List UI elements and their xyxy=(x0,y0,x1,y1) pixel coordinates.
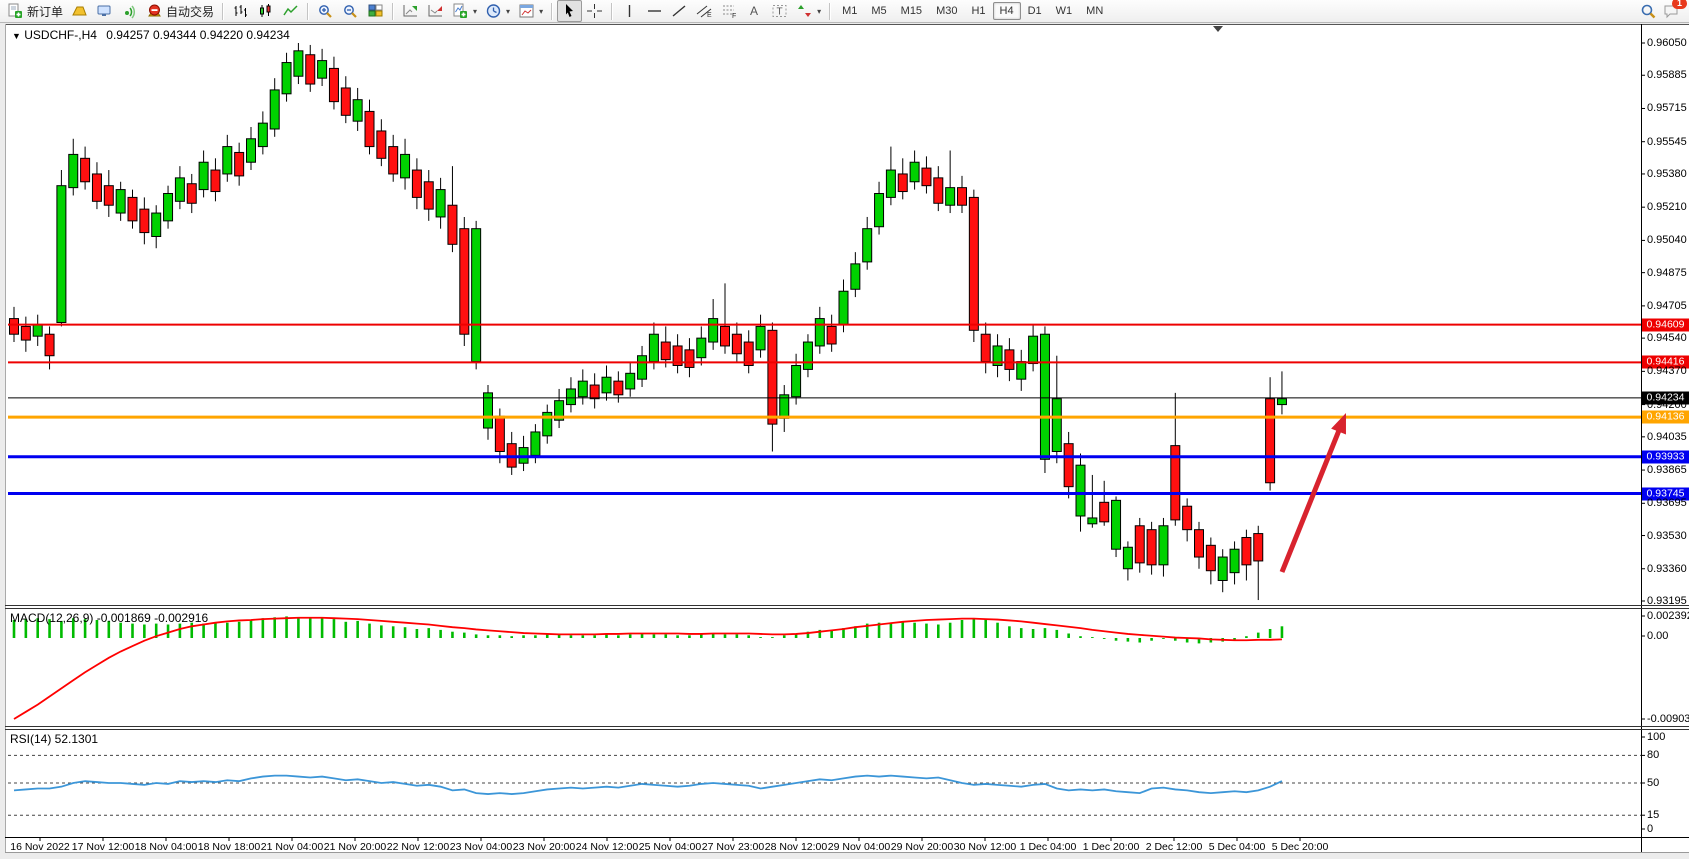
chart-yellow-icon xyxy=(71,3,88,19)
new-order-button[interactable]: 新订单 xyxy=(3,0,67,22)
vline-icon xyxy=(621,3,638,19)
auto-trading-label: 自动交易 xyxy=(166,3,214,20)
timeframe-W1[interactable]: W1 xyxy=(1049,2,1080,20)
clock-icon xyxy=(485,3,502,19)
periods-button[interactable]: ▾ xyxy=(481,0,514,22)
hline-icon xyxy=(646,3,663,19)
template-icon xyxy=(518,3,535,19)
toolbar-separator xyxy=(611,3,613,20)
horizontal-line-button[interactable] xyxy=(642,0,667,22)
timeframe-M5[interactable]: M5 xyxy=(864,2,893,20)
timeframe-M15[interactable]: M15 xyxy=(894,2,929,20)
bars-icon xyxy=(232,3,249,19)
toolbar-right-group: 1 xyxy=(1640,3,1686,19)
signals-button[interactable] xyxy=(117,0,142,22)
vertical-line-button[interactable] xyxy=(617,0,642,22)
timeframe-M1[interactable]: M1 xyxy=(835,2,864,20)
price-line-badge[interactable]: 0.94609 xyxy=(1642,318,1689,331)
zoom-in-button[interactable] xyxy=(313,0,338,22)
fibonacci-button[interactable]: F xyxy=(717,0,742,22)
signals-icon xyxy=(121,3,138,19)
arrows-icon xyxy=(796,3,813,19)
text-button[interactable]: A xyxy=(742,0,767,22)
chevron-down-icon: ▾ xyxy=(817,7,821,16)
toolbar-separator xyxy=(551,3,553,20)
price-line-badge[interactable]: 0.94416 xyxy=(1642,356,1689,369)
terminal-button[interactable] xyxy=(92,0,117,22)
arrows-button[interactable]: ▾ xyxy=(792,0,825,22)
linechart-icon xyxy=(282,3,299,19)
autotrade-icon xyxy=(146,3,163,19)
zoomin-icon xyxy=(317,3,334,19)
price-line-badge[interactable]: 0.93745 xyxy=(1642,487,1689,500)
cursor-icon xyxy=(561,3,578,19)
crosshair-button[interactable] xyxy=(582,0,607,22)
tiles-icon xyxy=(367,3,384,19)
timeframe-M30[interactable]: M30 xyxy=(929,2,964,20)
notification-badge: 1 xyxy=(1672,0,1687,9)
toolbar-separator xyxy=(222,3,224,20)
zoom-out-button[interactable] xyxy=(338,0,363,22)
line-chart-button[interactable] xyxy=(278,0,303,22)
svg-text:E: E xyxy=(707,12,712,19)
labelT-icon: T xyxy=(771,3,788,19)
price-line-badge[interactable]: 0.94234 xyxy=(1642,391,1689,404)
auto-trading-button[interactable]: 自动交易 xyxy=(142,0,218,22)
timeframe-H1[interactable]: H1 xyxy=(964,2,992,20)
chart-canvas[interactable] xyxy=(0,0,1689,859)
toolbar-separator xyxy=(829,3,831,20)
timeframe-D1[interactable]: D1 xyxy=(1021,2,1049,20)
indup-icon xyxy=(402,3,419,19)
channel-icon: E xyxy=(696,3,713,19)
equidistant-channel-button[interactable]: E xyxy=(692,0,717,22)
tile-windows-button[interactable] xyxy=(363,0,388,22)
trendline-button[interactable] xyxy=(667,0,692,22)
chevron-down-icon: ▾ xyxy=(506,7,510,16)
zoomout-icon xyxy=(342,3,359,19)
chevron-down-icon: ▾ xyxy=(473,7,477,16)
chat-icon[interactable]: 1 xyxy=(1663,3,1680,19)
crosshair-icon xyxy=(586,3,603,19)
svg-text:T: T xyxy=(777,7,783,18)
terminal-icon xyxy=(96,3,113,19)
inddown-icon xyxy=(427,3,444,19)
new-order-icon xyxy=(7,3,24,19)
price-line-badge[interactable]: 0.94136 xyxy=(1642,411,1689,424)
candles-icon xyxy=(257,3,274,19)
candlestick-chart-button[interactable] xyxy=(253,0,278,22)
new-order-label: 新订单 xyxy=(27,3,63,20)
timeframe-MN[interactable]: MN xyxy=(1079,2,1110,20)
chevron-down-icon: ▾ xyxy=(539,7,543,16)
indicators-down-button[interactable] xyxy=(423,0,448,22)
textA-icon: A xyxy=(746,3,763,19)
timeframe-H4[interactable]: H4 xyxy=(993,2,1021,20)
price-line-badge[interactable]: 0.93933 xyxy=(1642,450,1689,463)
svg-text:F: F xyxy=(732,13,736,19)
fibo-icon: F xyxy=(721,3,738,19)
main-toolbar: 新订单 自动交易 ▾ ▾ ▾ E F A T ▾ M1M5M15M30H1H4D1W1MN 1 xyxy=(0,0,1689,23)
bar-chart-button[interactable] xyxy=(228,0,253,22)
new-chart-button[interactable]: ▾ xyxy=(448,0,481,22)
trend-icon xyxy=(671,3,688,19)
templates-button[interactable]: ▾ xyxy=(514,0,547,22)
indicators-up-button[interactable] xyxy=(398,0,423,22)
cursor-button[interactable] xyxy=(557,0,582,22)
toolbar-separator xyxy=(307,3,309,20)
text-label-button[interactable]: T xyxy=(767,0,792,22)
toolbar-separator xyxy=(392,3,394,20)
chart-window-button[interactable] xyxy=(67,0,92,22)
search-icon[interactable] xyxy=(1640,3,1657,19)
svg-text:A: A xyxy=(750,4,758,18)
newchart-icon xyxy=(452,3,469,19)
